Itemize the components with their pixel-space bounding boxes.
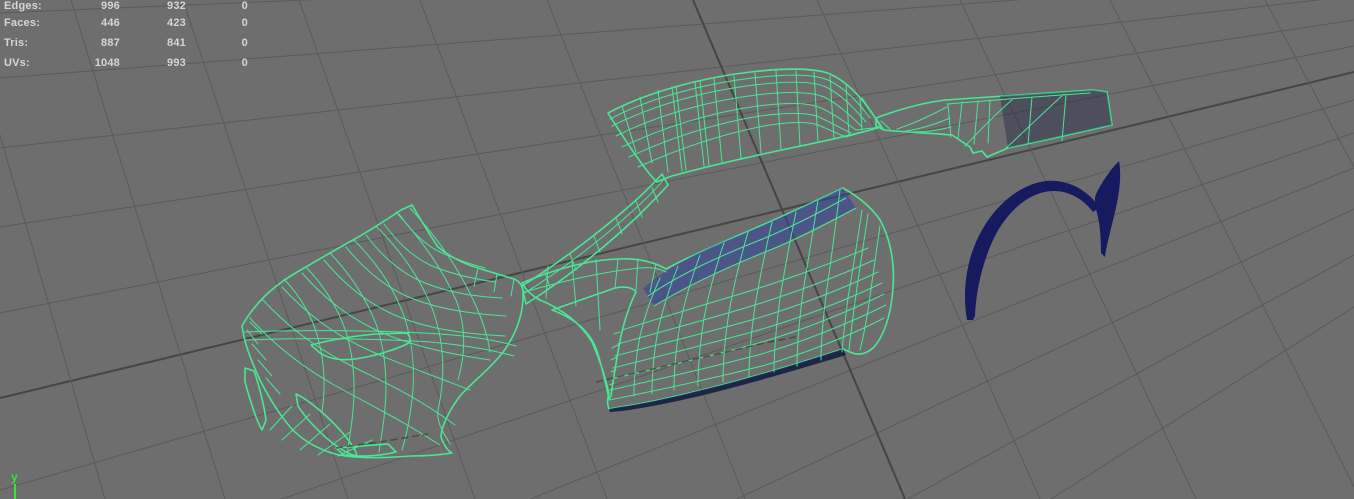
ground-grid [0, 0, 1354, 499]
view-axis-indicator: y [8, 470, 38, 499]
hud-label: Faces: [4, 17, 41, 29]
hud-value: 993 [167, 57, 186, 69]
hud-value: 0 [241, 37, 248, 49]
hud-label: Edges: [4, 0, 42, 12]
rear-deck-mesh[interactable] [875, 89, 1113, 158]
y-axis-label: y [11, 470, 18, 484]
hud-value: 887 [101, 37, 120, 49]
hud-value: 1048 [94, 57, 120, 69]
door-panel-mesh[interactable] [521, 187, 895, 412]
canard-fin[interactable] [244, 367, 267, 431]
hud-row-edges: Edges: 996 932 0 [0, 0, 260, 13]
hud-value: 423 [167, 17, 186, 29]
hud-label: UVs: [4, 57, 30, 69]
hud-value: 0 [241, 17, 248, 29]
hud-row-uvs: UVs: 1048 993 0 [0, 57, 260, 70]
y-axis-line [14, 484, 16, 499]
hud-label: Tris: [4, 37, 29, 49]
front-bumper-mesh[interactable] [241, 204, 524, 459]
hud-row-tris: Tris: 887 841 0 [0, 37, 260, 50]
hud-value: 841 [167, 37, 186, 49]
hud-value: 0 [241, 0, 248, 12]
hud-value: 0 [241, 57, 248, 69]
hud-row-faces: Faces: 446 423 0 [0, 17, 260, 30]
viewport-scene [0, 0, 1354, 499]
hud-value: 996 [101, 0, 120, 12]
3d-viewport[interactable]: Edges: 996 932 0 Faces: 446 423 0 Tris: … [0, 0, 1354, 499]
wheel-arch-curve[interactable] [964, 161, 1121, 320]
roof-rail-mesh[interactable] [607, 68, 882, 183]
a-pillar-strip-mesh[interactable] [521, 173, 669, 305]
hud-value: 932 [167, 0, 186, 12]
hud-value: 446 [101, 17, 120, 29]
